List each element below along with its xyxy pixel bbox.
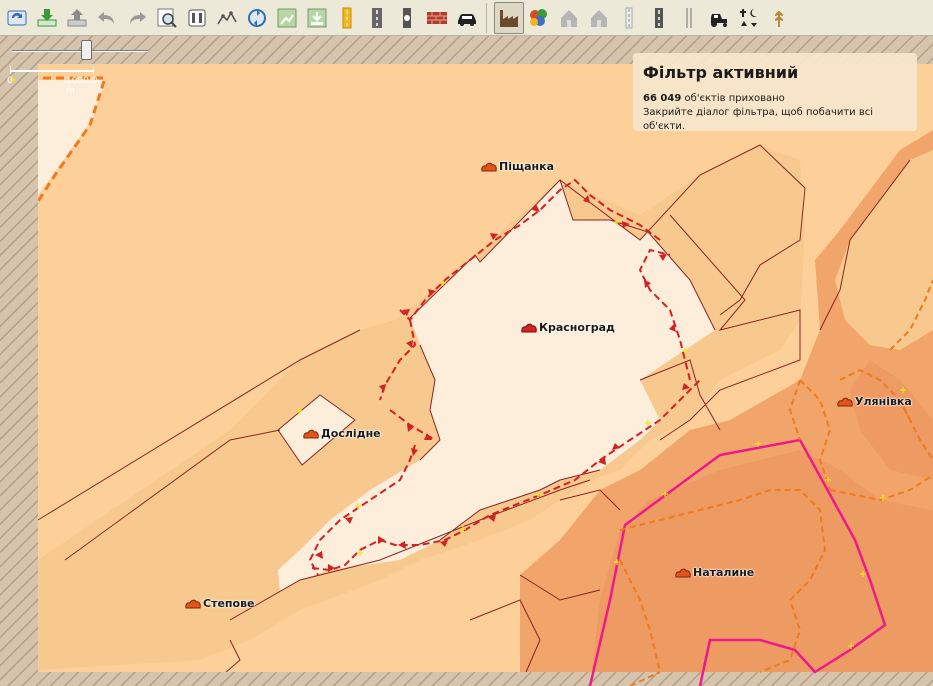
toolbar bbox=[0, 0, 933, 36]
sync-button[interactable] bbox=[242, 2, 272, 34]
hidden-count-suffix: об'єктів приховано bbox=[681, 93, 785, 104]
preferences-icon bbox=[188, 9, 206, 26]
gps-button[interactable] bbox=[212, 2, 242, 34]
wall-button[interactable] bbox=[422, 2, 452, 34]
filter-hint: Закрийте діалог фільтра, щоб побачити вс… bbox=[643, 107, 874, 132]
hatched-left-edge bbox=[0, 36, 38, 686]
sync-icon bbox=[248, 8, 266, 27]
zoom-track[interactable] bbox=[12, 50, 148, 52]
hatched-bottom-edge bbox=[0, 672, 933, 686]
filter-title: Фільтр активний bbox=[643, 63, 799, 82]
place-label: Піщанка bbox=[499, 159, 555, 173]
scale-line bbox=[10, 70, 94, 72]
town-icon bbox=[521, 323, 537, 333]
refresh-button[interactable] bbox=[2, 2, 32, 34]
motorway-button[interactable] bbox=[644, 2, 674, 34]
toolbar-separator bbox=[486, 2, 492, 33]
car-button[interactable] bbox=[452, 2, 482, 34]
motorway-icon bbox=[655, 7, 663, 28]
refresh-icon bbox=[7, 10, 27, 25]
place-label: Степове bbox=[203, 596, 255, 610]
scale-tick bbox=[93, 66, 94, 74]
path-icon bbox=[686, 7, 692, 28]
place-stepove[interactable]: Степове bbox=[184, 596, 255, 610]
religion-icon bbox=[740, 8, 757, 27]
path-button[interactable] bbox=[674, 2, 704, 34]
village-icon bbox=[481, 162, 497, 172]
gps-icon bbox=[217, 10, 237, 24]
layer-button[interactable] bbox=[302, 2, 332, 34]
place-ulianivka[interactable]: Улянівка bbox=[836, 394, 912, 408]
layer-icon bbox=[307, 8, 327, 27]
place-label: Дослідне bbox=[321, 426, 381, 440]
place-nataline[interactable]: Наталине bbox=[674, 565, 754, 579]
undo-icon bbox=[98, 11, 114, 24]
landuse-icon bbox=[277, 8, 297, 27]
farmland-icon bbox=[775, 10, 783, 27]
filter-hidden-count-line: 66 049 об'єктів приховано bbox=[643, 92, 907, 106]
traffic-signal-icon bbox=[403, 7, 411, 28]
road-button[interactable] bbox=[332, 2, 362, 34]
highway-button[interactable] bbox=[362, 2, 392, 34]
village-icon bbox=[185, 599, 201, 609]
upload-icon bbox=[67, 8, 87, 26]
place-label: Наталине bbox=[693, 565, 755, 579]
house-icon bbox=[591, 9, 607, 27]
zoom-slider[interactable] bbox=[12, 40, 150, 60]
highway-icon bbox=[372, 7, 382, 28]
village-icon bbox=[303, 429, 319, 439]
landuse-button[interactable] bbox=[272, 2, 302, 34]
rail-icon bbox=[625, 7, 633, 28]
filter-active-notice: Фільтр активний 66 049 об'єктів прихован… bbox=[633, 53, 917, 132]
hidden-count: 66 049 bbox=[643, 93, 682, 104]
house-button[interactable] bbox=[584, 2, 614, 34]
zoom-to-fit-button[interactable] bbox=[152, 2, 182, 34]
download-button[interactable] bbox=[32, 2, 62, 34]
scale-length-label: 1000.0 m bbox=[66, 76, 98, 96]
landcover-button[interactable] bbox=[524, 2, 554, 34]
zoom-thumb[interactable] bbox=[81, 40, 92, 60]
industrial-button[interactable] bbox=[494, 1, 524, 34]
building-button[interactable] bbox=[554, 2, 584, 34]
undo-button[interactable] bbox=[92, 2, 122, 34]
place-label: Красноград bbox=[539, 320, 615, 334]
tractor-icon bbox=[711, 13, 727, 27]
place-krasnohrad[interactable]: Красноград bbox=[520, 320, 615, 334]
religion-button[interactable] bbox=[734, 2, 764, 34]
redo-button[interactable] bbox=[122, 2, 152, 34]
download-icon bbox=[37, 8, 57, 26]
tractor-button[interactable] bbox=[704, 2, 734, 34]
landcover-icon bbox=[530, 8, 547, 26]
road-icon bbox=[342, 7, 352, 28]
traffic-signal-button[interactable] bbox=[392, 2, 422, 34]
scale-zero-label: 0 bbox=[7, 76, 13, 86]
place-pishchanka[interactable]: Піщанка bbox=[480, 159, 554, 173]
upload-button[interactable] bbox=[62, 2, 92, 34]
redo-icon bbox=[130, 11, 146, 24]
place-doslidne[interactable]: Дослідне bbox=[302, 426, 381, 440]
rail-button[interactable] bbox=[614, 2, 644, 34]
scale-bar: 0 1000.0 m bbox=[4, 64, 104, 96]
place-label: Улянівка bbox=[855, 394, 912, 408]
building-icon bbox=[561, 9, 577, 27]
car-icon bbox=[458, 13, 476, 26]
app-window: Піщанка Красноград Дослідне Улянівка Нат… bbox=[0, 0, 933, 686]
zoom-to-fit-icon bbox=[157, 8, 177, 28]
farmland-button[interactable] bbox=[764, 2, 794, 34]
village-icon bbox=[837, 397, 853, 407]
village-icon bbox=[675, 568, 691, 578]
preferences-button[interactable] bbox=[182, 2, 212, 34]
wall-icon bbox=[427, 11, 447, 24]
industrial-icon bbox=[500, 9, 518, 27]
